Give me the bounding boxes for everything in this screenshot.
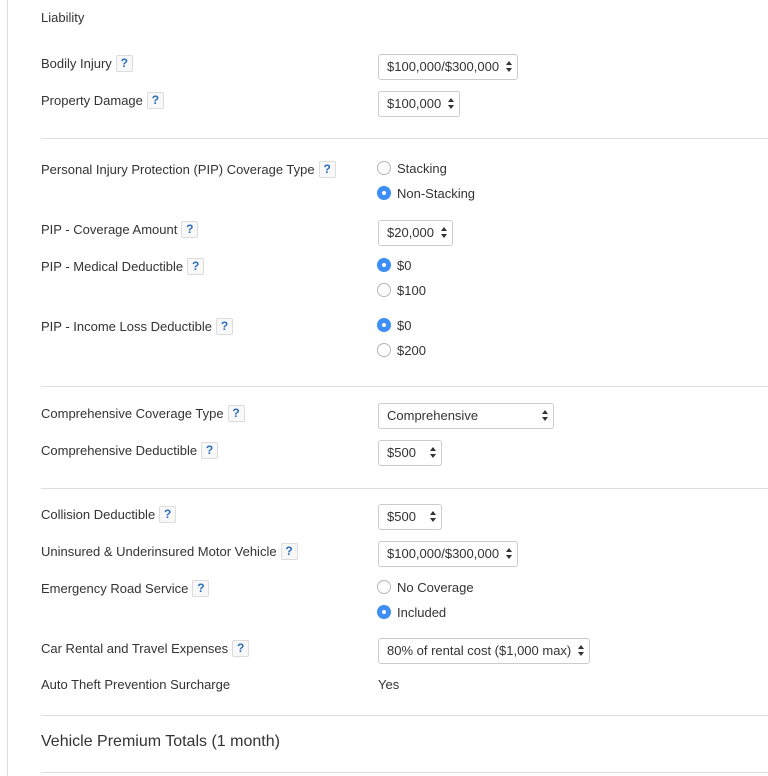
pip-coverage-type-help-icon[interactable]: ? xyxy=(318,161,336,178)
radio-option-200[interactable]: $200 xyxy=(377,343,426,368)
section-divider xyxy=(41,386,768,387)
property-damage-select-value: $100,000 xyxy=(387,96,442,111)
collision-deductible-label-text: Collision Deductible xyxy=(41,507,156,522)
comprehensive-coverage-type-label: Comprehensive Coverage Type? xyxy=(41,405,245,422)
radio-unchecked-icon xyxy=(377,580,391,594)
radio-option-non-stacking[interactable]: Non-Stacking xyxy=(377,186,475,211)
pip-income-loss-deductible-label: PIP - Income Loss Deductible? xyxy=(41,318,234,335)
property-damage-select[interactable]: $100,000 xyxy=(378,91,461,117)
pip-coverage-type-radio-group: Stacking Non-Stacking xyxy=(377,161,475,211)
radio-option-label: Stacking xyxy=(397,161,447,176)
comprehensive-deductible-label-text: Comprehensive Deductible xyxy=(41,443,198,458)
comprehensive-coverage-type-help-icon[interactable]: ? xyxy=(227,405,245,422)
pip-coverage-amount-select[interactable]: $20,000 xyxy=(378,220,453,246)
pip-medical-deductible-label: PIP - Medical Deductible? xyxy=(41,258,205,275)
car-rental-select-value: 80% of rental cost ($1,000 max) xyxy=(387,643,572,658)
emergency-road-service-help-icon[interactable]: ? xyxy=(192,580,210,597)
pip-medical-deductible-label-text: PIP - Medical Deductible xyxy=(41,259,184,274)
property-damage-label: Property Damage? xyxy=(41,92,164,109)
radio-unchecked-icon xyxy=(377,283,391,297)
radio-checked-icon xyxy=(377,605,391,619)
radio-option-label: $0 xyxy=(397,258,412,273)
pip-coverage-amount-help-icon[interactable]: ? xyxy=(181,221,199,238)
bodily-injury-label-text: Bodily Injury xyxy=(41,56,112,71)
emergency-road-service-label: Emergency Road Service? xyxy=(41,580,210,597)
radio-checked-icon xyxy=(377,186,391,200)
radio-option-stacking[interactable]: Stacking xyxy=(377,161,475,186)
car-rental-help-icon[interactable]: ? xyxy=(232,640,250,657)
radio-option-0[interactable]: $0 xyxy=(377,318,426,343)
collision-deductible-label: Collision Deductible? xyxy=(41,506,177,523)
radio-option-label: Non-Stacking xyxy=(397,186,476,201)
property-damage-label-text: Property Damage xyxy=(41,93,143,108)
bodily-injury-select[interactable]: $100,000/$300,000 xyxy=(378,54,519,80)
pip-medical-deductible-radio-group: $0 $100 xyxy=(377,258,426,308)
bodily-injury-help-icon[interactable]: ? xyxy=(115,55,133,72)
uninsured-motorist-help-icon[interactable]: ? xyxy=(280,543,298,560)
radio-option-label: Included xyxy=(397,605,447,620)
comprehensive-deductible-select[interactable]: $500 xyxy=(378,440,442,466)
pip-income-loss-deductible-radio-group: $0 $200 xyxy=(377,318,426,368)
comprehensive-coverage-type-label-text: Comprehensive Coverage Type xyxy=(41,406,224,421)
collision-deductible-help-icon[interactable]: ? xyxy=(159,506,177,523)
radio-option-label: No Coverage xyxy=(397,580,474,595)
car-rental-label-text: Car Rental and Travel Expenses xyxy=(41,641,229,656)
pip-coverage-amount-label: PIP - Coverage Amount? xyxy=(41,221,199,238)
emergency-road-service-label-text: Emergency Road Service xyxy=(41,581,189,596)
radio-option-label: $200 xyxy=(397,343,426,358)
car-rental-select[interactable]: 80% of rental cost ($1,000 max) xyxy=(378,638,591,664)
section-divider xyxy=(41,715,768,716)
comprehensive-deductible-select-value: $500 xyxy=(387,445,416,460)
pip-income-loss-deductible-help-icon[interactable]: ? xyxy=(216,318,234,335)
pip-coverage-amount-label-text: PIP - Coverage Amount xyxy=(41,222,178,237)
collision-deductible-select[interactable]: $500 xyxy=(378,504,442,530)
auto-theft-label: Auto Theft Prevention Surcharge xyxy=(41,677,231,692)
radio-option-label: $100 xyxy=(397,283,426,298)
comprehensive-coverage-type-select[interactable]: Comprehensive xyxy=(378,403,554,429)
select-arrows-icon xyxy=(506,61,513,73)
radio-option-included[interactable]: Included xyxy=(377,605,474,630)
select-arrows-icon xyxy=(542,410,548,422)
uninsured-motorist-label: Uninsured & Underinsured Motor Vehicle? xyxy=(41,543,298,560)
pip-coverage-type-label-text: Personal Injury Protection (PIP) Coverag… xyxy=(41,162,315,177)
bodily-injury-select-value: $100,000/$300,000 xyxy=(387,59,500,74)
radio-option-0[interactable]: $0 xyxy=(377,258,426,283)
select-arrows-icon xyxy=(448,98,455,110)
bodily-injury-label: Bodily Injury? xyxy=(41,55,133,72)
select-arrows-icon xyxy=(578,645,585,657)
radio-unchecked-icon xyxy=(377,161,391,175)
section-divider xyxy=(41,488,768,489)
select-arrows-icon xyxy=(506,548,513,560)
section-divider xyxy=(41,138,768,139)
select-arrows-icon xyxy=(441,227,447,239)
auto-theft-value: Yes xyxy=(378,677,400,692)
uninsured-motorist-select[interactable]: $100,000/$300,000 xyxy=(378,541,519,567)
liability-heading: Liability xyxy=(41,10,85,25)
pip-medical-deductible-help-icon[interactable]: ? xyxy=(187,258,205,275)
pip-coverage-amount-select-value: $20,000 xyxy=(387,225,434,240)
uninsured-motorist-select-value: $100,000/$300,000 xyxy=(387,546,500,561)
emergency-road-service-radio-group: No Coverage Included xyxy=(377,580,474,630)
vehicle-premium-totals-heading: Vehicle Premium Totals (1 month) xyxy=(41,733,280,750)
radio-option-no-coverage[interactable]: No Coverage xyxy=(377,580,474,605)
radio-option-label: $0 xyxy=(397,318,412,333)
pip-income-loss-deductible-label-text: PIP - Income Loss Deductible xyxy=(41,319,213,334)
pip-coverage-type-label: Personal Injury Protection (PIP) Coverag… xyxy=(41,161,336,178)
left-border xyxy=(7,0,8,776)
radio-checked-icon xyxy=(377,318,391,332)
car-rental-label: Car Rental and Travel Expenses? xyxy=(41,640,250,657)
select-arrows-icon xyxy=(430,447,436,459)
comprehensive-deductible-help-icon[interactable]: ? xyxy=(201,442,219,459)
uninsured-motorist-label-text: Uninsured & Underinsured Motor Vehicle xyxy=(41,544,277,559)
radio-checked-icon xyxy=(377,258,391,272)
section-divider xyxy=(41,772,768,773)
property-damage-help-icon[interactable]: ? xyxy=(146,92,164,109)
radio-option-100[interactable]: $100 xyxy=(377,283,426,308)
select-arrows-icon xyxy=(430,511,436,523)
comprehensive-deductible-label: Comprehensive Deductible? xyxy=(41,442,219,459)
comprehensive-coverage-type-select-value: Comprehensive xyxy=(387,408,479,423)
radio-unchecked-icon xyxy=(377,343,391,357)
collision-deductible-select-value: $500 xyxy=(387,509,416,524)
